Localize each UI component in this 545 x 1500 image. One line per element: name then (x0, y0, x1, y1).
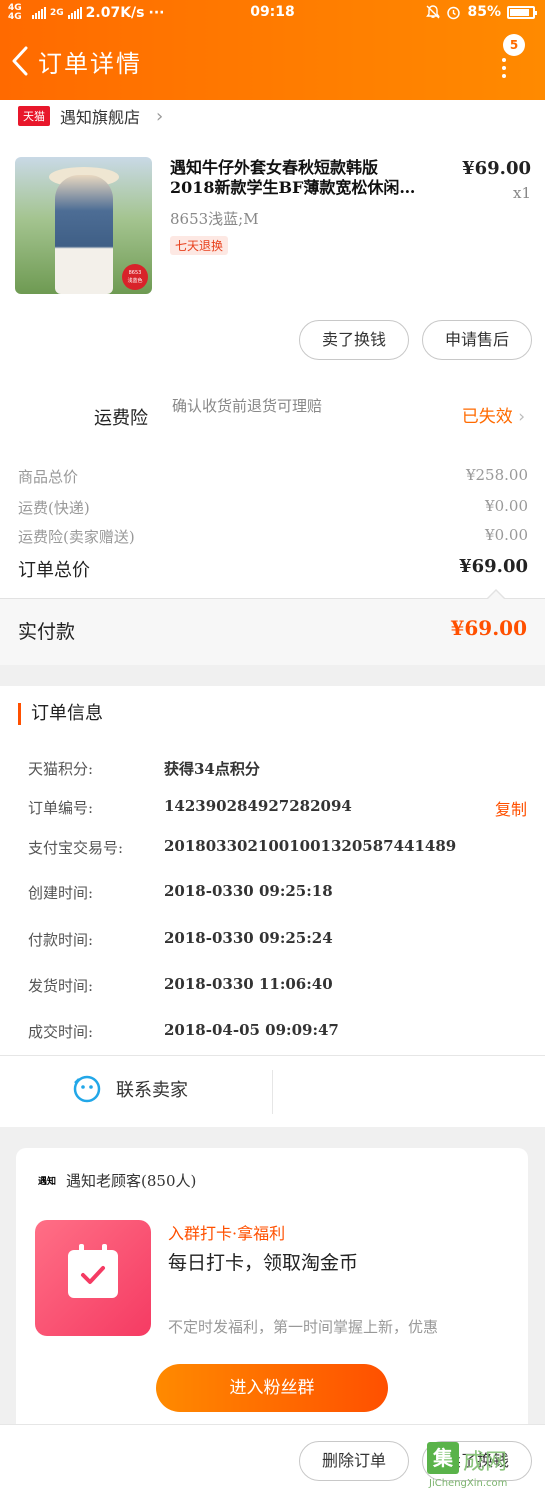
back-button[interactable] (10, 46, 30, 76)
shipping-insurance-status[interactable]: 已失效 › (462, 402, 525, 427)
status-bar: 4G 4G 2G 2.07K/s ··· 09:18 85% (0, 0, 545, 28)
join-group-button[interactable]: 进入粉丝群 (156, 1364, 388, 1412)
shop-link[interactable]: 天猫 遇知旗舰店 › (18, 104, 163, 128)
product-price: ¥69.00 (462, 158, 531, 179)
mute-icon (426, 5, 441, 19)
product-image-tag: 8653 浅蓝色 (122, 264, 148, 290)
paid-amount: ¥69.00 (450, 616, 527, 640)
battery-icon (507, 5, 537, 19)
more-icon (502, 58, 506, 82)
paid-label: 实付款 (18, 621, 76, 643)
product-title-line-2: 2018新款学生BF薄款宽松休闲… (170, 178, 416, 197)
site-watermark: 集 成网 JiChengXin.com (427, 1442, 539, 1494)
product-image[interactable]: 8653 浅蓝色 (15, 157, 152, 294)
product-quantity: x1 (512, 184, 531, 202)
watermark-text: 成网 (463, 1450, 508, 1475)
calendar-check-icon (68, 1244, 118, 1298)
alarm-icon (447, 6, 461, 19)
watermark-logo: 集 (427, 1442, 459, 1474)
fee-row-insurance: 运费险(卖家赠送) ¥0.00 (18, 526, 528, 546)
battery-level (510, 8, 529, 16)
sell-button[interactable]: 卖了换钱 (299, 320, 409, 360)
group-name: 遇知老顾客(850人) (66, 1172, 197, 1190)
more-menu-button[interactable]: 5 (485, 30, 525, 80)
delete-order-button[interactable]: 删除订单 (299, 1441, 409, 1481)
product-sku: 8653浅蓝;M (170, 210, 259, 228)
group-tag: 入群打卡·拿福利 (168, 1224, 286, 1243)
return-policy-tag: 七天退换 (170, 236, 229, 255)
clock: 09:18 (250, 4, 295, 20)
group-logo: 遇知 (38, 1177, 57, 1187)
chevron-right-icon: › (156, 105, 164, 127)
after-sales-button[interactable]: 申请售后 (422, 320, 532, 360)
shipping-insurance-desc: 确认收货前退货可理赔 (172, 397, 323, 415)
shipping-insurance-label: 运费险 (94, 408, 148, 429)
shop-name: 遇知旗舰店 (60, 108, 141, 127)
product-title[interactable]: 遇知牛仔外套女春秋短款韩版 2018新款学生BF薄款宽松休闲… (170, 158, 455, 198)
order-info-title: 订单信息 (18, 703, 103, 725)
divider (0, 598, 545, 599)
group-image (35, 1220, 151, 1336)
product-title-line-1: 遇知牛仔外套女春秋短款韩版 (170, 158, 379, 177)
page-title: 订单详情 (38, 50, 142, 78)
tmall-badge: 天猫 (18, 106, 50, 126)
chevron-left-icon (12, 46, 28, 76)
group-header: 遇知 遇知老顾客(850人) (38, 1170, 196, 1191)
fee-row-shipping: 运费(快递) ¥0.00 (18, 497, 528, 517)
contact-seller-button[interactable]: 联系卖家 (72, 1074, 188, 1104)
battery-percent: 85% (467, 4, 501, 20)
copy-order-number-button[interactable]: 复制 (495, 796, 527, 820)
group-desc: 不定时发福利，第一时间掌握上新，优惠 (168, 1318, 439, 1336)
group-title: 每日打卡，领取淘金币 (168, 1252, 359, 1274)
chevron-right-icon: › (518, 407, 525, 427)
order-total-row: 订单总价 ¥69.00 (18, 556, 528, 581)
top-bar: 4G 4G 2G 2.07K/s ··· 09:18 85% 订单详情 5 (0, 0, 545, 100)
message-count-badge: 5 (503, 34, 525, 56)
fee-row-goods: 商品总价 ¥258.00 (18, 466, 528, 486)
chat-icon (73, 1075, 101, 1103)
watermark-url: JiChengXin.com (429, 1478, 508, 1489)
